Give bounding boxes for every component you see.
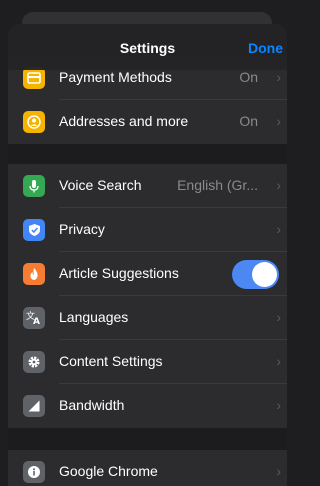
flame-icon xyxy=(23,263,45,285)
google-chrome-row[interactable]: Google Chrome › xyxy=(8,450,287,486)
toggle-knob xyxy=(252,262,277,287)
languages-label: Languages xyxy=(59,309,129,325)
person-icon xyxy=(23,111,45,133)
privacy-label: Privacy xyxy=(59,221,105,237)
payment-methods-label: Payment Methods xyxy=(59,69,172,85)
bandwidth-row[interactable]: Bandwidth › xyxy=(8,384,287,428)
google-chrome-label: Google Chrome xyxy=(59,463,158,479)
addresses-value: On xyxy=(239,113,258,129)
microphone-icon xyxy=(23,175,45,197)
info-icon xyxy=(23,461,45,483)
article-suggestions-label: Article Suggestions xyxy=(59,265,179,281)
addresses-label: Addresses and more xyxy=(59,113,189,129)
chevron-right-icon: › xyxy=(276,353,281,369)
content-settings-label: Content Settings xyxy=(59,353,163,369)
settings-sheet: Payment Methods On › Addresses and more … xyxy=(8,24,287,486)
addresses-row[interactable]: Addresses and more On › xyxy=(8,100,287,144)
done-button[interactable]: Done xyxy=(248,40,283,56)
translate-icon: 文A xyxy=(23,307,45,329)
chevron-right-icon: › xyxy=(276,309,281,325)
page-title: Settings xyxy=(119,40,176,56)
chevron-right-icon: › xyxy=(276,397,281,413)
privacy-row[interactable]: Privacy › xyxy=(8,208,287,252)
shield-icon xyxy=(23,219,45,241)
voice-search-value: English (Gr... xyxy=(177,177,258,193)
chevron-right-icon: › xyxy=(276,463,281,479)
chevron-right-icon: › xyxy=(276,177,281,193)
content-settings-row[interactable]: Content Settings › xyxy=(8,340,287,384)
bandwidth-label: Bandwidth xyxy=(59,397,125,413)
article-suggestions-toggle[interactable] xyxy=(232,260,279,289)
signal-icon xyxy=(23,395,45,417)
payment-methods-value: On xyxy=(239,69,258,85)
chevron-right-icon: › xyxy=(276,113,281,129)
voice-search-row[interactable]: Voice Search English (Gr... › xyxy=(8,164,287,208)
svg-text:A: A xyxy=(33,317,40,325)
chevron-right-icon: › xyxy=(276,221,281,237)
languages-row[interactable]: 文A Languages › xyxy=(8,296,287,340)
card-icon xyxy=(23,67,45,89)
article-suggestions-row[interactable]: Article Suggestions xyxy=(8,252,287,296)
voice-search-label: Voice Search xyxy=(59,177,142,193)
chevron-right-icon: › xyxy=(276,69,281,85)
gear-icon xyxy=(23,351,45,373)
navigation-bar: Settings Done xyxy=(8,24,287,70)
